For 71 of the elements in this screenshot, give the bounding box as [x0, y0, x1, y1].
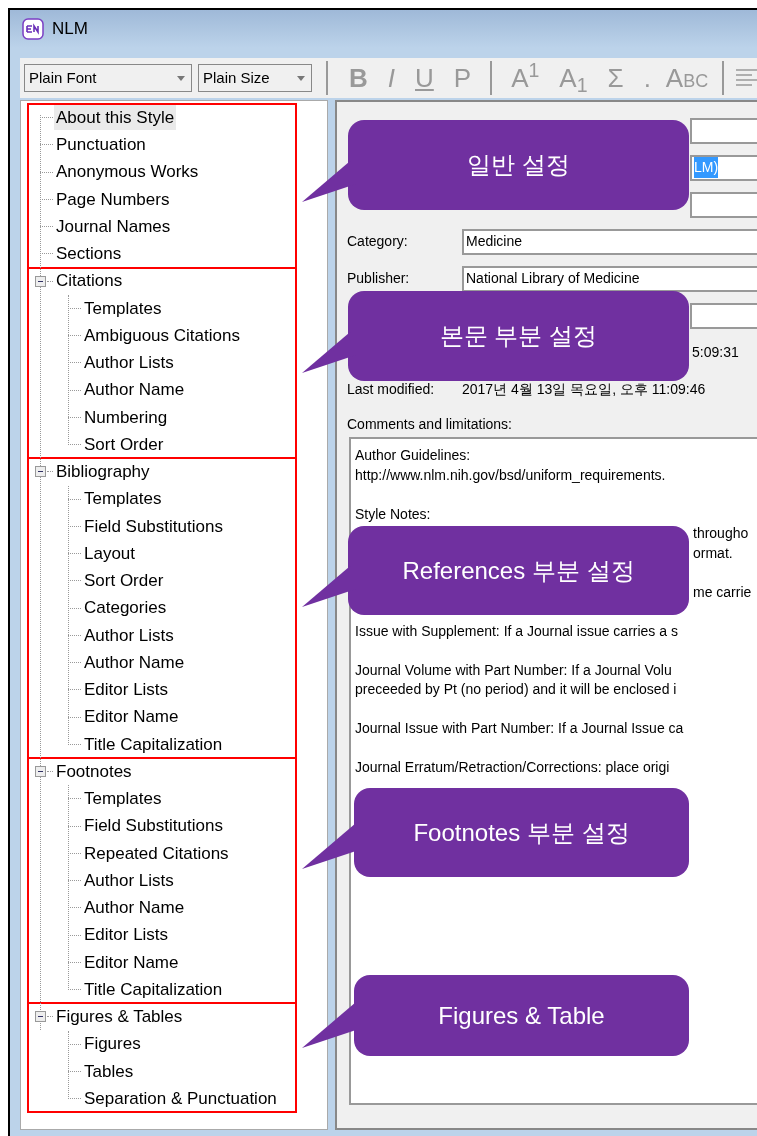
tree-item[interactable]: Editor Name	[82, 949, 181, 976]
tree-item[interactable]: Field Substitutions	[82, 513, 225, 540]
tree-item[interactable]: Author Lists	[82, 350, 176, 376]
tree-item[interactable]: Author Name	[82, 377, 187, 403]
comments-label: Comments and limitations:	[347, 415, 512, 434]
info-value: 5:09:31	[692, 343, 739, 362]
comment-line: Author Guidelines:	[355, 447, 471, 463]
tree-item[interactable]: Title Capitalization	[82, 731, 225, 758]
comment-line: http://www.nlm.nih.gov/bsd/uniform_requirements.	[355, 466, 666, 483]
tree-item[interactable]: Author Lists	[82, 622, 176, 649]
tree-item[interactable]: Figures	[82, 1031, 143, 1057]
tree-item[interactable]: Tables	[82, 1058, 136, 1085]
comment-line: ormat.	[693, 544, 733, 561]
input-field[interactable]	[690, 117, 757, 144]
collapse-icon[interactable]	[35, 275, 46, 287]
comment-line: Style Notes:	[355, 505, 431, 522]
tree-item[interactable]: Editor Lists	[82, 922, 171, 948]
tree-item[interactable]: Numbering	[82, 404, 170, 431]
tree-item[interactable]: Categories	[82, 595, 169, 621]
tree-item[interactable]: Title Capitalization	[82, 976, 225, 1003]
tree-item[interactable]: Layout	[82, 540, 138, 567]
tree-item[interactable]: Repeated Citations	[82, 840, 231, 867]
field-label: Category:	[347, 232, 409, 251]
tree-item[interactable]: Author Name	[82, 649, 187, 676]
collapse-icon[interactable]	[35, 466, 46, 478]
dropdown[interactable]: Plain Size	[198, 64, 312, 92]
tree-item[interactable]: Punctuation	[54, 132, 148, 158]
caret-icon	[297, 75, 305, 81]
tree-item[interactable]: Sort Order	[82, 431, 166, 458]
tree-item[interactable]: Templates	[82, 295, 164, 322]
comment-line: Journal Erratum/Retraction/Corrections: place origi	[355, 759, 670, 775]
tree-item[interactable]: Figures & Tables	[54, 1004, 185, 1030]
caret-icon	[177, 75, 185, 81]
tree-item[interactable]: Sections	[54, 241, 124, 267]
comment-line: Journal Issue with Part Number: If a Journal Issue ca	[355, 720, 684, 736]
window-title: NLM	[52, 18, 88, 41]
tree-item[interactable]: Ambiguous Citations	[82, 322, 242, 349]
tree-item[interactable]: About this Style	[54, 104, 177, 131]
tree-item[interactable]: Bibliography	[54, 459, 152, 485]
collapse-icon[interactable]	[35, 766, 46, 778]
app-logo-icon	[22, 18, 44, 40]
dropdown[interactable]: Plain Font	[24, 64, 192, 92]
tree-item[interactable]: Author Name	[82, 895, 187, 921]
tree-item[interactable]: Templates	[82, 486, 164, 512]
collapse-icon[interactable]	[35, 1011, 46, 1023]
comment-line: me carrie	[693, 583, 752, 600]
tree-item[interactable]: Editor Lists	[82, 677, 171, 703]
tree-item[interactable]: Field Substitutions	[82, 813, 225, 839]
comment-line: Issue with Supplement: If a Journal issue carries a s	[355, 622, 678, 639]
input-field[interactable]	[690, 191, 757, 218]
tree-item[interactable]: Sort Order	[82, 568, 166, 594]
input-field[interactable]: Medicine	[462, 228, 757, 255]
callout-pointer	[302, 823, 356, 869]
comment-line: througho	[693, 525, 749, 541]
tree-item[interactable]: Anonymous Works	[54, 159, 201, 185]
comment-line: Journal Volume with Part Number: If a Journal Volu	[355, 661, 672, 678]
tree-item[interactable]: Separation & Punctuation	[82, 1085, 279, 1112]
tree-item[interactable]: Page Numbers	[54, 186, 172, 213]
tree-item[interactable]: Footnotes	[54, 758, 134, 785]
input-field[interactable]	[690, 302, 757, 329]
callout-pointer	[302, 1002, 356, 1048]
tree-item[interactable]: Citations	[54, 268, 125, 294]
tree-item[interactable]: Author Lists	[82, 867, 176, 894]
input-field[interactable]: National Library of Medicine	[462, 265, 757, 292]
info-value: 2017년 4월 13일 목요일, 오후 11:09:46	[462, 380, 706, 399]
field-label: Publisher:	[347, 269, 411, 288]
comment-line: preceeded by Pt (no period) and it will be enclosed i	[355, 681, 677, 697]
tree-item[interactable]: Templates	[82, 786, 164, 812]
info-label: Last modified:	[347, 380, 436, 399]
tree-item[interactable]: Editor Name	[82, 704, 181, 730]
tree-item[interactable]: Journal Names	[54, 213, 173, 240]
